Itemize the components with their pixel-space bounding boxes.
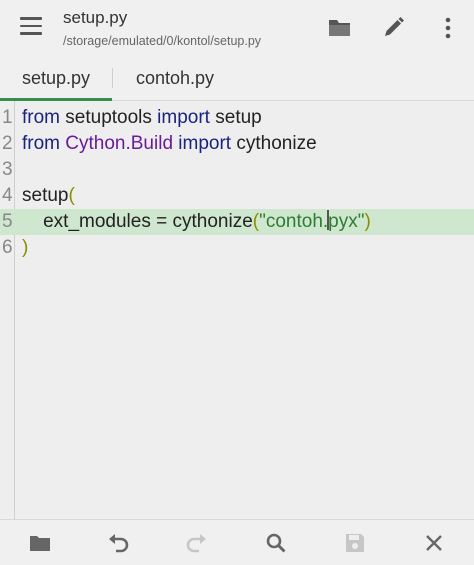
code-token: from <box>22 133 60 154</box>
code-token: Cython.Build <box>65 133 174 154</box>
code-text: setup( <box>22 183 75 209</box>
file-title: setup.py <box>63 8 128 27</box>
tab-setup-py[interactable]: setup.py <box>0 56 112 100</box>
code-token: ) <box>364 211 371 232</box>
code-text: from Cython.Build import cythonize <box>22 131 317 157</box>
code-token: import <box>157 107 210 128</box>
code-line[interactable]: 5 ext_modules = cythonize("contoh.pyx") <box>0 209 474 235</box>
line-number: 5 <box>2 211 13 232</box>
code-token: pyx" <box>328 211 365 232</box>
code-token: setuptools <box>60 107 158 128</box>
code-text: ) <box>22 235 28 261</box>
line-number: 6 <box>2 237 13 258</box>
code-token: cythonize <box>231 133 317 154</box>
menu-icon[interactable] <box>20 17 42 35</box>
line-number: 4 <box>2 185 13 206</box>
redo-icon[interactable] <box>185 531 209 555</box>
code-token: setup <box>22 185 69 206</box>
file-path: /storage/emulated/0/kontol/setup.py <box>63 34 262 48</box>
tab-bar: setup.py contoh.py <box>0 56 474 101</box>
code-token: import <box>178 133 232 154</box>
undo-icon[interactable] <box>106 531 130 555</box>
code-line[interactable]: 3 <box>0 157 474 183</box>
code-line[interactable]: 6) <box>0 235 474 261</box>
code-text: ext_modules = cythonize("contoh.pyx") <box>22 209 371 235</box>
line-number: 1 <box>2 107 13 128</box>
code-token: ( <box>68 185 75 206</box>
code-token: "contoh. <box>259 211 329 232</box>
save-icon[interactable] <box>343 531 367 555</box>
code-editor[interactable]: 1 from setuptools import setup 2 from Cytho… <box>0 101 474 519</box>
tab-contoh-py[interactable]: contoh.py <box>112 56 238 100</box>
app-bar: setup.py /storage/emulated/0/kontol/setu… <box>0 0 474 56</box>
bottom-toolbar <box>0 519 474 565</box>
code-line[interactable]: 2 from Cython.Build import cythonize <box>0 131 474 157</box>
code-line[interactable]: 4 setup( <box>0 183 474 209</box>
code-text: from setuptools import setup <box>22 105 262 131</box>
line-number: 3 <box>2 159 13 180</box>
edit-pencil-icon[interactable] <box>380 14 408 42</box>
more-vert-icon[interactable] <box>434 14 462 42</box>
code-token: ) <box>22 237 29 258</box>
folder-open-icon[interactable] <box>326 14 354 42</box>
open-folder-icon[interactable] <box>28 531 52 555</box>
code-line[interactable]: 1 from setuptools import setup <box>0 105 474 131</box>
code-token: setup <box>209 107 262 128</box>
code-token: from <box>22 107 60 128</box>
line-number: 2 <box>2 133 13 154</box>
search-icon[interactable] <box>264 531 288 555</box>
code-token: ext_modules = cythonize <box>22 211 253 232</box>
close-icon[interactable] <box>422 531 446 555</box>
title-block: setup.py /storage/emulated/0/kontol/setu… <box>63 8 261 50</box>
